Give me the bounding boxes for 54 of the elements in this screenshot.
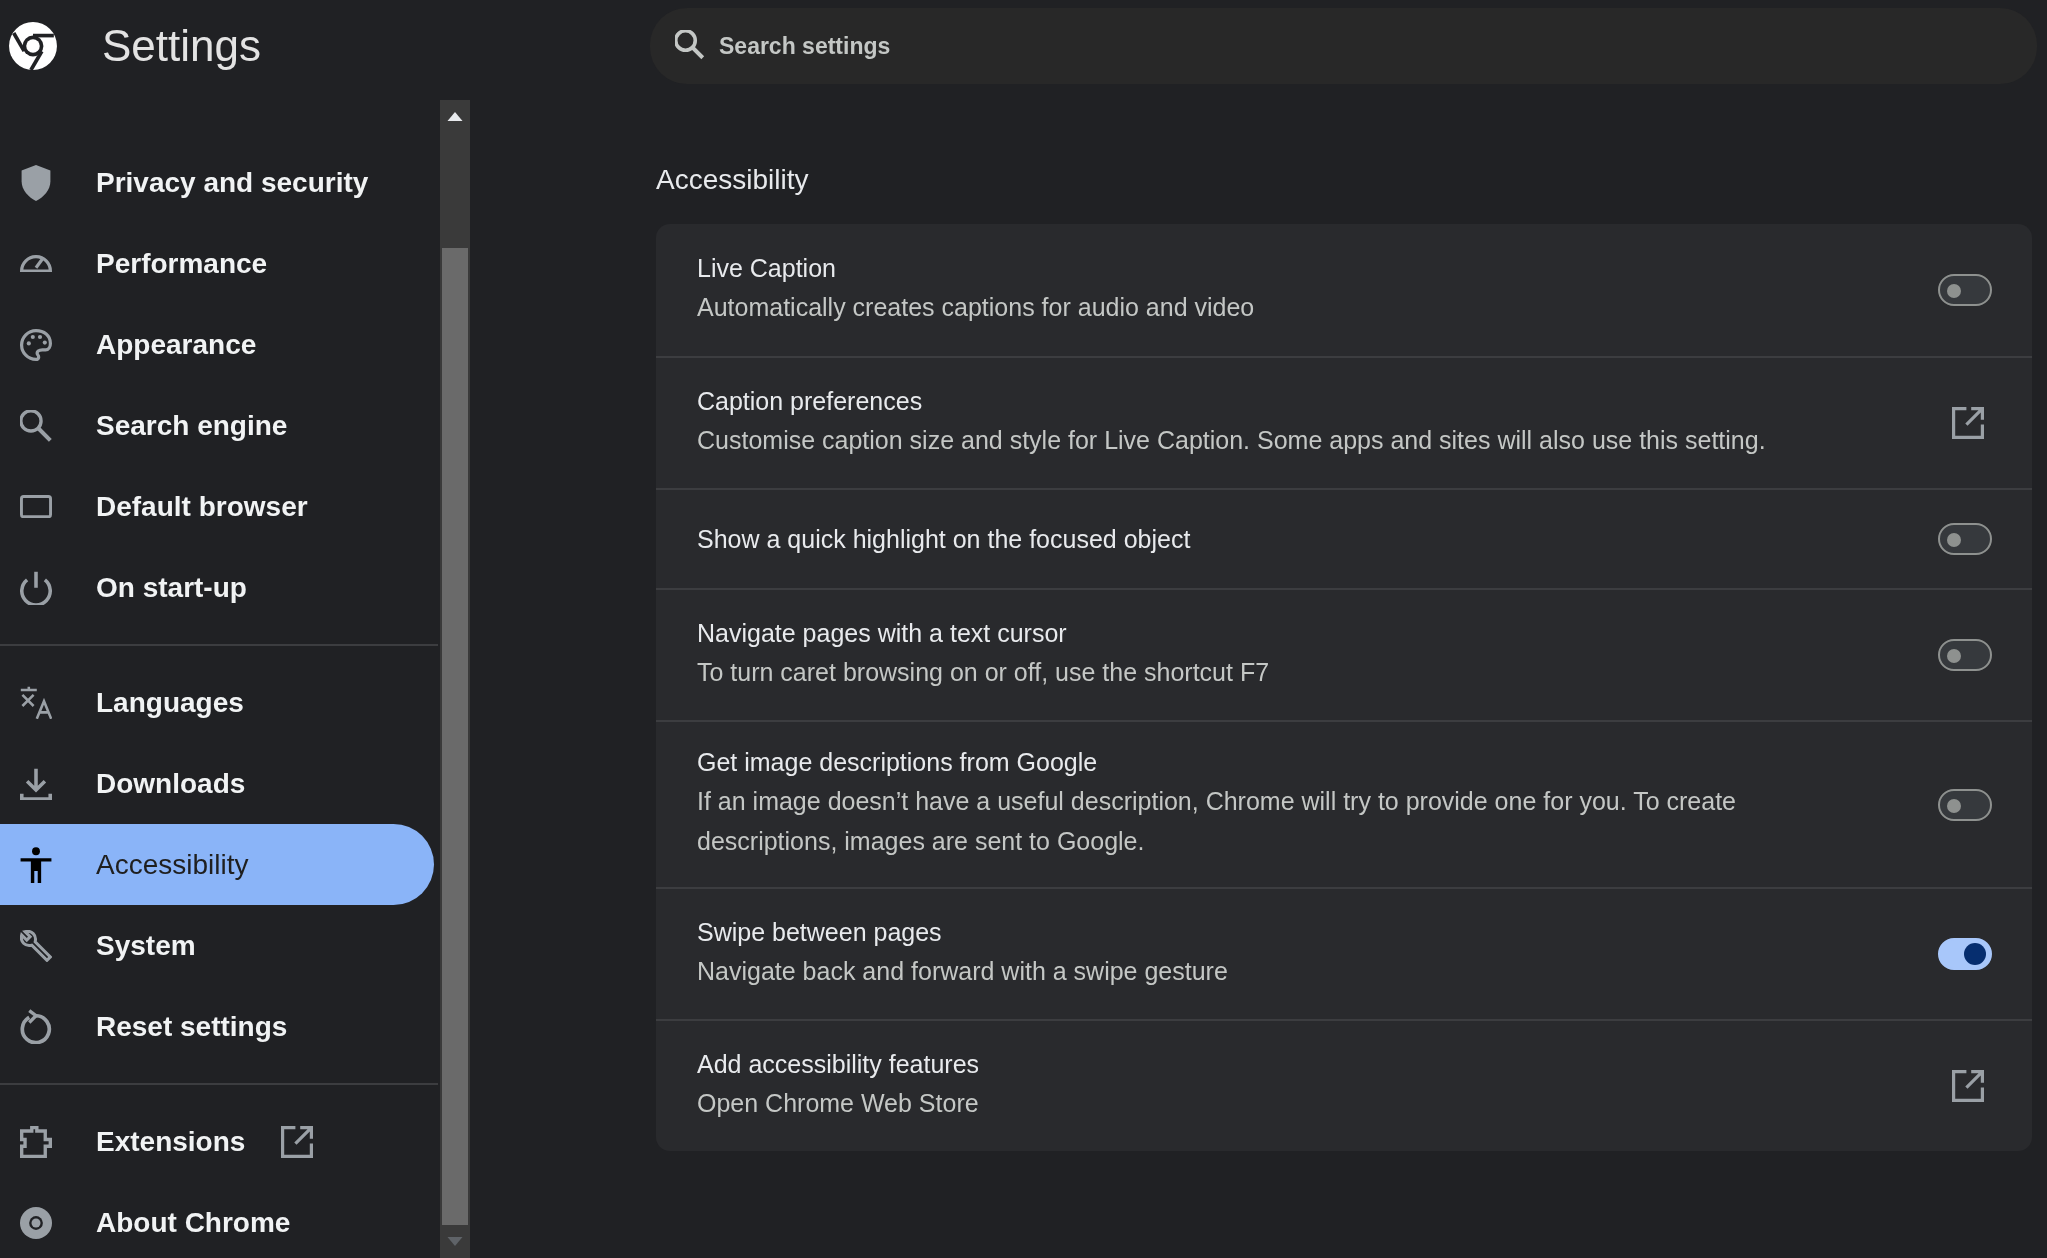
toggle-switch[interactable] [1938, 523, 1992, 555]
chrome-logo-icon [8, 21, 58, 71]
sidebar-item[interactable]: Search engine [0, 385, 434, 466]
setting-title: Navigate pages with a text cursor [697, 618, 1068, 648]
scrollbar-thumb[interactable] [442, 248, 468, 1225]
search-field[interactable]: Search settings [650, 8, 2037, 84]
page-title: Settings [102, 21, 261, 71]
external-link-icon[interactable] [1952, 1070, 1984, 1102]
wrench-icon [20, 929, 52, 962]
setting-title: Live Caption [697, 253, 837, 283]
sidebar-item[interactable]: System [0, 905, 434, 986]
setting-title: Add accessibility features [697, 1049, 981, 1079]
sidebar-item[interactable]: Reset settings [0, 986, 434, 1067]
shield-icon [20, 164, 52, 201]
gauge-icon [20, 254, 52, 273]
sidebar-item[interactable]: Privacy and security [0, 142, 434, 223]
section-heading: Accessibility [656, 164, 810, 196]
scrollbar[interactable] [440, 100, 470, 1258]
setting-title: Caption preferences [697, 386, 924, 416]
puzzle-icon [20, 1125, 52, 1158]
palette-icon [20, 328, 52, 361]
external-link-icon[interactable] [1952, 407, 1984, 439]
setting-title: Get image descriptions from Google [697, 748, 1099, 777]
setting-description: To turn caret browsing on or off, use the shortcut F7 [697, 656, 1271, 688]
sidebar-item[interactable]: Accessibility [0, 824, 434, 905]
sidebar-item[interactable]: Languages [0, 662, 434, 743]
sidebar-item[interactable]: On start-up [0, 547, 434, 628]
setting-title: Swipe between pages [697, 917, 943, 947]
reset-icon [20, 1008, 52, 1045]
sidebar-item[interactable]: Appearance [0, 304, 434, 385]
toggle-switch[interactable] [1938, 788, 1992, 821]
search-icon [20, 409, 52, 442]
toggle-switch[interactable] [1938, 274, 1992, 306]
scroll-up-icon[interactable] [447, 112, 463, 121]
sidebar-item[interactable]: Extensions [0, 1101, 434, 1182]
setting-title: Show a quick highlight on the focused object [697, 524, 1192, 554]
search-icon [675, 30, 705, 60]
toggle-switch[interactable] [1938, 938, 1992, 970]
setting-description: Customise caption size and style for Live Caption. Some apps and sites will also use this setting. [697, 424, 1767, 456]
setting-description: Navigate back and forward with a swipe gesture [697, 955, 1229, 987]
window-icon [20, 494, 52, 519]
setting-description: If an image doesn’t have a useful description, Chrome will try to provide one for you. To create descriptions, images are sent to Google. [697, 786, 1737, 857]
chrome-icon [20, 1206, 52, 1239]
sidebar-item[interactable]: Performance [0, 223, 434, 304]
sidebar-item[interactable]: Downloads [0, 743, 434, 824]
download-icon [20, 766, 52, 801]
setting-description: Open Chrome Web Store [697, 1087, 980, 1119]
translate-icon [20, 685, 52, 720]
toggle-switch[interactable] [1938, 639, 1992, 671]
setting-description: Automatically creates captions for audio and video [697, 291, 1256, 323]
sidebar-item[interactable]: About Chrome [0, 1182, 434, 1258]
sidebar-item[interactable]: Default browser [0, 466, 434, 547]
person-icon [20, 846, 52, 883]
power-icon [20, 569, 52, 606]
